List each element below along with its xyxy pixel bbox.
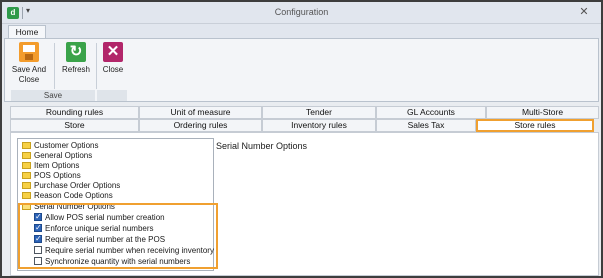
close-icon: ✕ xyxy=(103,42,123,62)
tree-item-item-options[interactable]: Item Options xyxy=(22,161,79,171)
ribbon-separator xyxy=(54,43,55,89)
tab-rounding-rules[interactable]: Rounding rules xyxy=(10,106,139,119)
save-icon xyxy=(19,42,39,62)
ribbon-group-empty xyxy=(97,90,127,101)
ribbon-group-save: Save xyxy=(11,90,95,101)
save-and-close-label: Save And Close xyxy=(11,65,47,84)
ribbon-tab-strip: Home xyxy=(2,24,601,40)
store-rules-panel: Customer Options General Options Item Op… xyxy=(10,132,599,276)
tree-item-label: Reason Code Options xyxy=(34,191,113,200)
window-close-icon[interactable]: ✕ xyxy=(577,5,591,19)
close-button[interactable]: ✕ Close xyxy=(99,42,127,75)
title-bar: d ▾ Configuration ✕ xyxy=(2,2,601,24)
tab-multi-store[interactable]: Multi-Store xyxy=(486,106,599,119)
folder-icon xyxy=(22,152,31,159)
close-label: Close xyxy=(102,65,124,74)
tab-store-rules[interactable]: Store rules xyxy=(476,119,594,132)
folder-icon xyxy=(22,162,31,169)
panel-title: Serial Number Options xyxy=(216,141,308,151)
tree-item-label: Item Options xyxy=(34,161,80,170)
refresh-button[interactable]: ↻ Refresh xyxy=(59,42,93,75)
tab-store[interactable]: Store xyxy=(10,119,139,132)
folder-icon xyxy=(22,172,31,179)
folder-icon xyxy=(22,182,31,189)
refresh-icon: ↻ xyxy=(66,42,86,62)
tab-inventory-rules[interactable]: Inventory rules xyxy=(262,119,376,132)
tree-item-general-options[interactable]: General Options xyxy=(22,151,92,161)
folder-icon xyxy=(22,142,31,149)
tree-item-reason-code-options[interactable]: Reason Code Options xyxy=(22,191,113,201)
tab-ordering-rules[interactable]: Ordering rules xyxy=(139,119,262,132)
folder-icon xyxy=(22,192,31,199)
configuration-window: d ▾ Configuration ✕ Home Save And Close … xyxy=(0,0,603,278)
highlight-box xyxy=(18,203,218,269)
tab-row-2: Store Ordering rules Inventory rules Sal… xyxy=(10,119,599,132)
tree-item-label: General Options xyxy=(34,151,93,160)
tab-gl-accounts[interactable]: GL Accounts xyxy=(376,106,486,119)
tree-item-label: Customer Options xyxy=(34,141,99,150)
tree-item-label: POS Options xyxy=(34,171,81,180)
ribbon: Save And Close ↻ Refresh ✕ Close Save xyxy=(4,38,599,102)
tree-item-customer-options[interactable]: Customer Options xyxy=(22,141,98,151)
tree-item-purchase-order-options[interactable]: Purchase Order Options xyxy=(22,181,120,191)
save-and-close-button[interactable]: Save And Close xyxy=(9,42,49,85)
ribbon-separator xyxy=(96,43,97,89)
tab-tender[interactable]: Tender xyxy=(262,106,376,119)
refresh-label: Refresh xyxy=(61,65,90,74)
tab-row-1: Rounding rules Unit of measure Tender GL… xyxy=(10,106,599,119)
tab-sales-tax[interactable]: Sales Tax xyxy=(376,119,476,132)
tree-item-pos-options[interactable]: POS Options xyxy=(22,171,81,181)
tab-unit-of-measure[interactable]: Unit of measure xyxy=(139,106,262,119)
window-title: Configuration xyxy=(274,7,329,17)
tree-item-label: Purchase Order Options xyxy=(34,181,121,190)
